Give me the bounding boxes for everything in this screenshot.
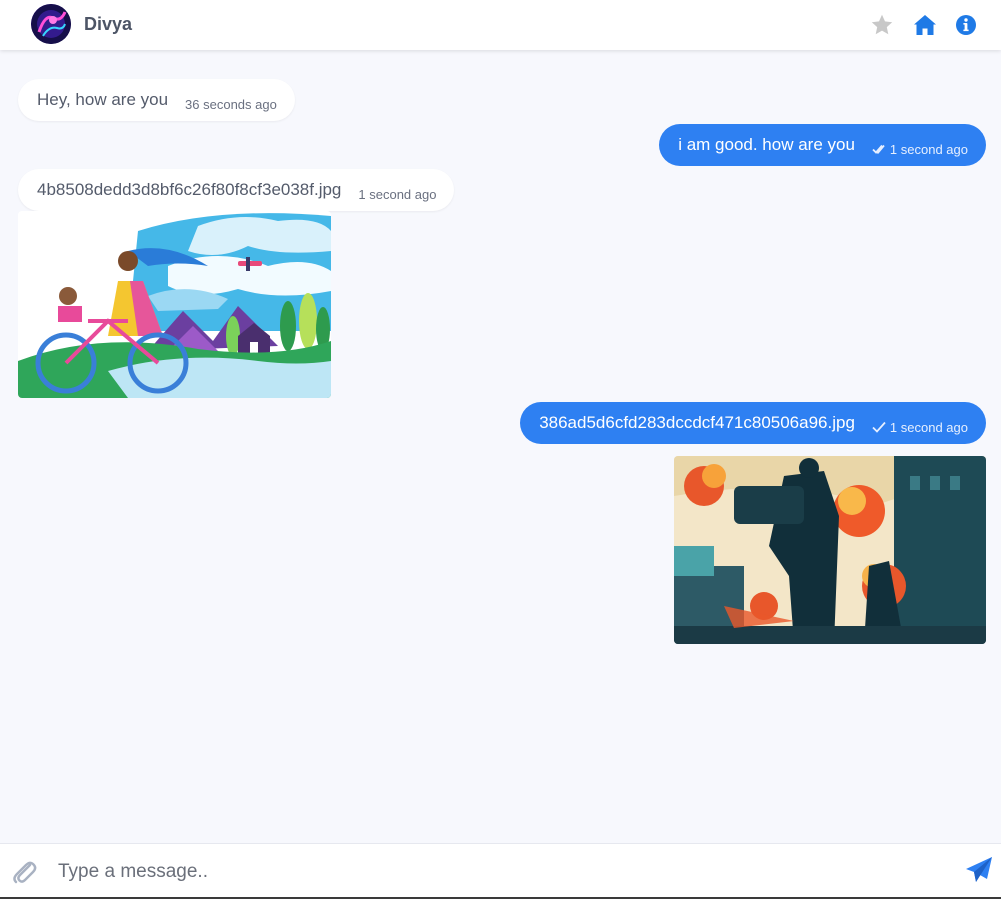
message-time: 1 second ago	[358, 186, 437, 202]
message-input[interactable]	[58, 856, 938, 888]
chat-header: Divya	[0, 0, 1001, 50]
avatar[interactable]	[31, 4, 71, 44]
message-text: Hey, how are you	[37, 90, 169, 109]
message-meta: 1 second ago	[872, 142, 968, 157]
message-outgoing-file[interactable]: 386ad5d6cfd283dccdcf471c80506a96.jpg 1 s…	[520, 402, 986, 444]
contact-name: Divya	[84, 14, 133, 34]
file-name[interactable]: 4b8508dedd3d8bf6c26f80f8cf3e038f.jpg	[37, 180, 341, 200]
check-icon	[872, 421, 886, 433]
message-time: 36 seconds ago	[185, 96, 277, 112]
message-outgoing[interactable]: i am good. how are you 1 second ago	[659, 124, 986, 166]
image-attachment-battle[interactable]	[674, 456, 986, 644]
star-icon[interactable]	[870, 13, 894, 37]
message-text: i am good. how are you	[678, 135, 855, 154]
info-icon[interactable]	[954, 13, 978, 37]
double-check-icon	[872, 143, 886, 155]
message-incoming[interactable]: Hey, how are you 36 seconds ago	[18, 79, 295, 121]
message-incoming-file[interactable]: 4b8508dedd3d8bf6c26f80f8cf3e038f.jpg 1 s…	[18, 169, 455, 211]
image-attachment-cyclist[interactable]	[18, 211, 331, 398]
message-time: 1 second ago	[889, 141, 968, 157]
file-name[interactable]: 386ad5d6cfd283dccdcf471c80506a96.jpg	[539, 413, 855, 433]
home-icon[interactable]	[913, 13, 937, 37]
chat-app: Divya Hey, how are you 36 seconds ago i …	[0, 0, 1001, 899]
message-time: 1 second ago	[889, 419, 968, 435]
paperclip-icon[interactable]	[11, 857, 37, 890]
message-meta: 1 second ago	[872, 420, 968, 435]
message-composer	[0, 843, 1001, 899]
send-icon[interactable]	[965, 856, 993, 889]
